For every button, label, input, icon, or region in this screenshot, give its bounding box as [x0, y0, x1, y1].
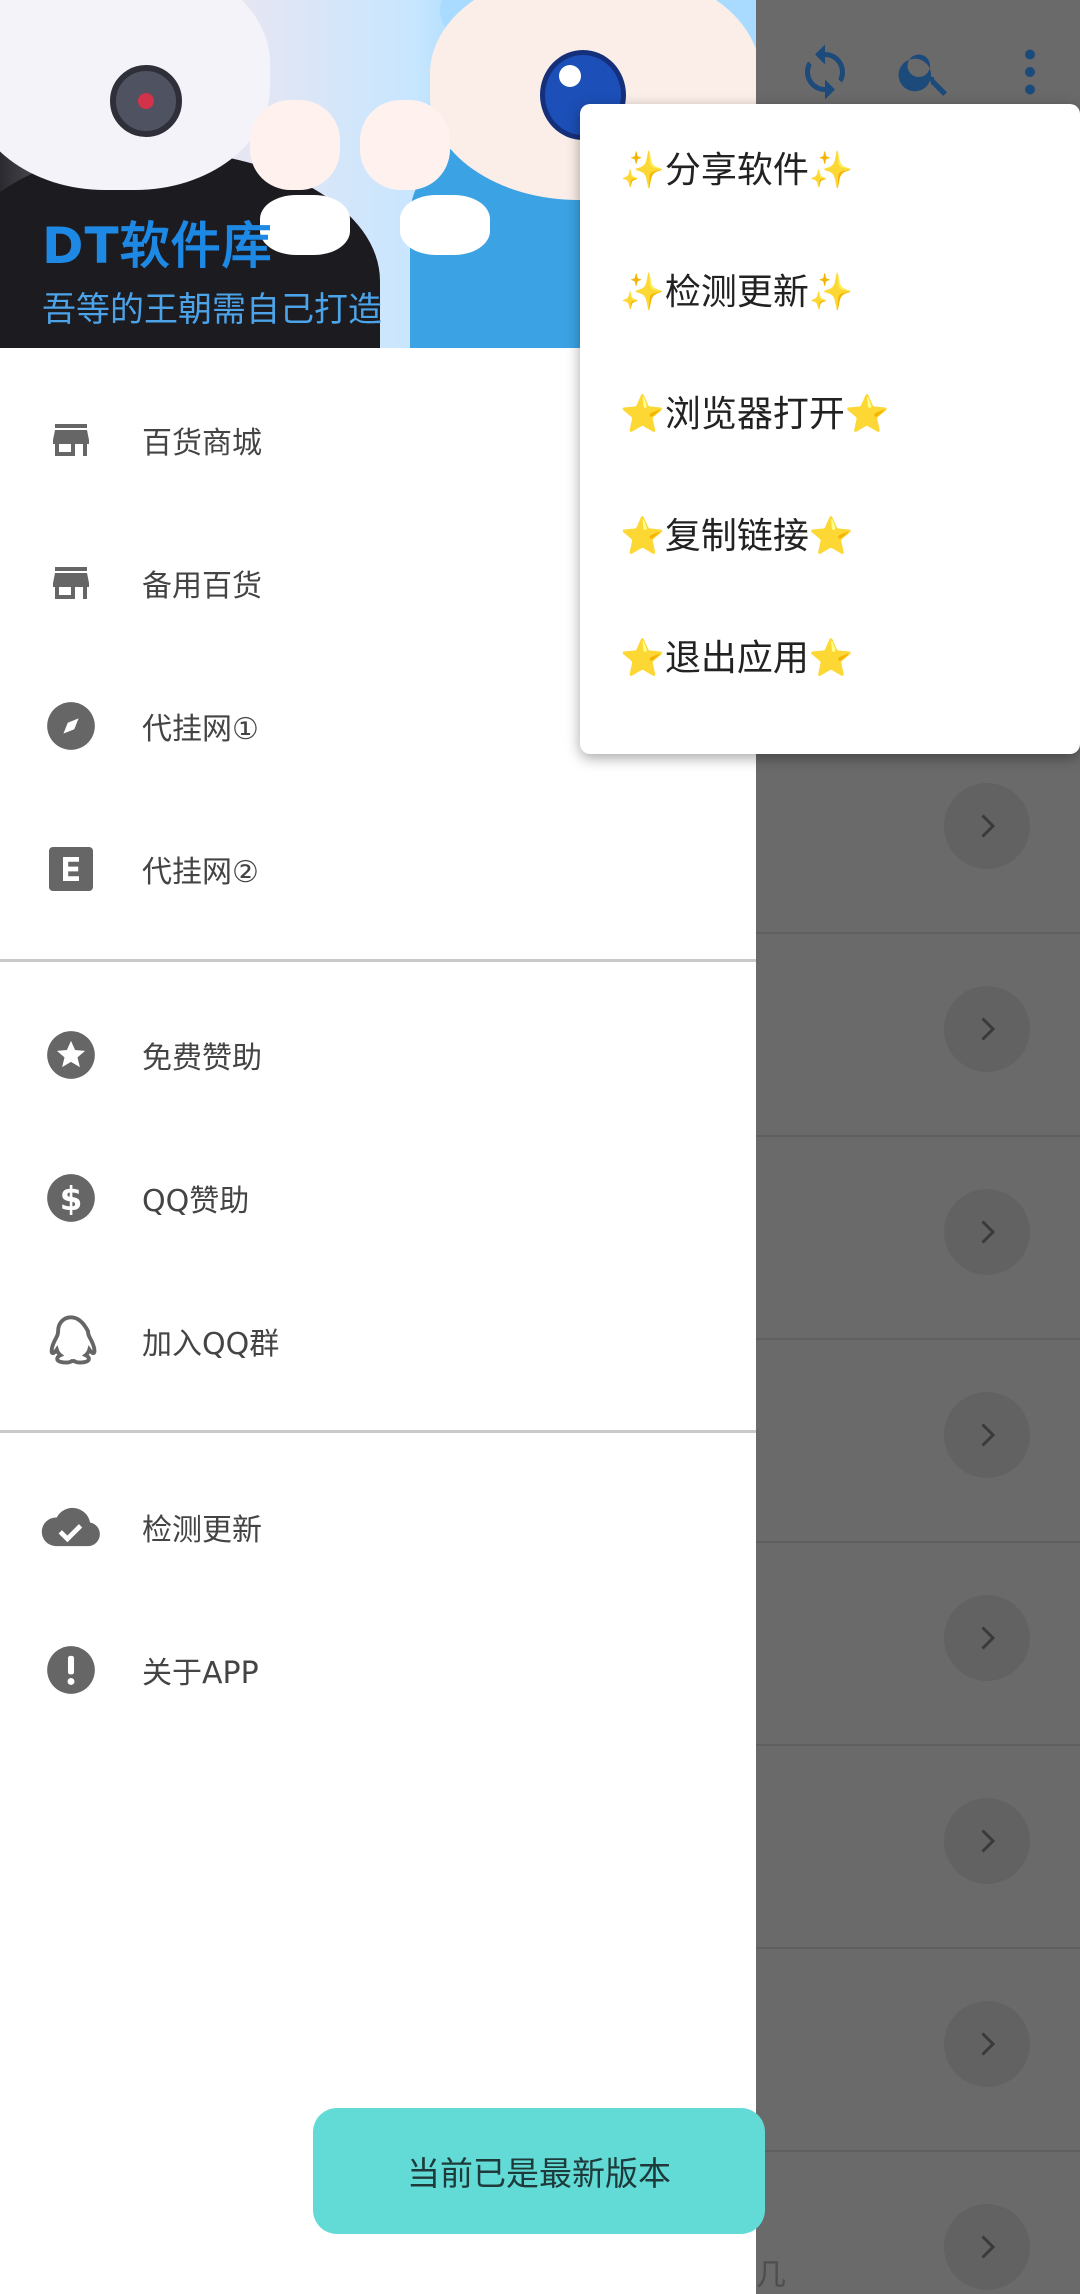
menu-item-copy-link[interactable]: ⭐复制链接⭐	[580, 472, 1080, 594]
list-divider	[756, 932, 1080, 934]
list-divider	[756, 1947, 1080, 1949]
star-circle-icon	[40, 1024, 102, 1086]
list-text-fragment: 几	[756, 2258, 786, 2293]
compass-icon	[40, 695, 102, 757]
chevron-right-icon	[981, 1423, 996, 1447]
list-divider	[756, 1541, 1080, 1543]
toast: 当前已是最新版本	[313, 2108, 765, 2234]
header-artwork	[250, 100, 340, 190]
chevron-right-button[interactable]	[944, 1189, 1030, 1275]
drawer-item-label: 百货商城	[142, 426, 262, 461]
chevron-right-button[interactable]	[944, 1595, 1030, 1681]
chevron-right-button[interactable]	[944, 2001, 1030, 2087]
drawer-item-label: QQ赞助	[142, 1184, 250, 1219]
drawer-item-about-app[interactable]: 关于APP	[0, 1600, 756, 1740]
list-divider	[756, 1744, 1080, 1746]
store-icon	[40, 552, 102, 614]
chevron-right-icon	[981, 814, 996, 838]
menu-item-label: ✨检测更新✨	[620, 272, 854, 313]
chevron-right-icon	[981, 1829, 996, 1853]
menu-item-exit-app[interactable]: ⭐退出应用⭐	[580, 594, 1080, 716]
menu-item-label: ⭐浏览器打开⭐	[620, 394, 890, 435]
header-artwork	[110, 65, 182, 137]
toast-message: 当前已是最新版本	[407, 2154, 671, 2193]
chevron-right-button[interactable]	[944, 783, 1030, 869]
header-artwork	[260, 195, 350, 255]
qq-penguin-icon	[40, 1310, 102, 1372]
drawer-item-label: 关于APP	[142, 1656, 259, 1691]
e-box-icon	[40, 838, 102, 900]
chevron-right-button[interactable]	[944, 986, 1030, 1072]
menu-item-label: ✨分享软件✨	[620, 150, 854, 191]
menu-item-share-app[interactable]: ✨分享软件✨	[580, 106, 1080, 228]
app-title: DT软件库	[42, 217, 273, 275]
drawer-item-label: 备用百货	[142, 569, 262, 604]
store-icon	[40, 409, 102, 471]
header-artwork	[400, 195, 490, 255]
chevron-right-icon	[981, 1626, 996, 1650]
drawer-item-label: 加入QQ群	[142, 1327, 280, 1362]
menu-item-check-update[interactable]: ✨检测更新✨	[580, 228, 1080, 350]
list-divider	[756, 1135, 1080, 1137]
cloud-check-icon	[40, 1496, 102, 1558]
chevron-right-icon	[981, 1220, 996, 1244]
app-subtitle: 吾等的王朝需自己打造	[42, 290, 382, 330]
drawer-item-label: 免费赞助	[142, 1041, 262, 1076]
drawer-item-label: 代挂网①	[142, 712, 259, 747]
chevron-right-icon	[981, 2235, 996, 2259]
drawer-item-join-qq-group[interactable]: 加入QQ群	[0, 1271, 756, 1411]
drawer-item-free-sponsor[interactable]: 免费赞助	[0, 985, 756, 1125]
header-artwork	[360, 100, 450, 190]
menu-item-label: ⭐复制链接⭐	[620, 516, 854, 557]
exclamation-circle-icon	[40, 1639, 102, 1701]
list-divider	[756, 2150, 1080, 2152]
refresh-icon[interactable]	[795, 42, 855, 102]
drawer-item-check-update[interactable]: 检测更新	[0, 1457, 756, 1597]
drawer-item-label: 代挂网②	[142, 855, 259, 890]
menu-item-open-in-browser[interactable]: ⭐浏览器打开⭐	[580, 350, 1080, 472]
chevron-right-button[interactable]	[944, 1392, 1030, 1478]
drawer-item-label: 检测更新	[142, 1513, 262, 1548]
menu-item-label: ⭐退出应用⭐	[620, 638, 854, 679]
list-divider	[756, 1338, 1080, 1340]
overflow-menu: ✨分享软件✨ ✨检测更新✨ ⭐浏览器打开⭐ ⭐复制链接⭐ ⭐退出应用⭐	[580, 104, 1080, 754]
chevron-right-button[interactable]	[944, 2204, 1030, 2290]
drawer-item-proxy-site-2[interactable]: 代挂网②	[0, 799, 756, 939]
svg-text:$: $	[60, 1180, 83, 1218]
chevron-right-icon	[981, 2032, 996, 2056]
search-icon[interactable]	[895, 42, 955, 102]
chevron-right-icon	[981, 1017, 996, 1041]
drawer-divider	[0, 959, 756, 962]
drawer-divider	[0, 1430, 756, 1433]
dollar-circle-icon: $	[40, 1167, 102, 1229]
drawer-item-qq-sponsor[interactable]: $ QQ赞助	[0, 1128, 756, 1268]
chevron-right-button[interactable]	[944, 1798, 1030, 1884]
more-vert-icon[interactable]	[1000, 42, 1060, 102]
